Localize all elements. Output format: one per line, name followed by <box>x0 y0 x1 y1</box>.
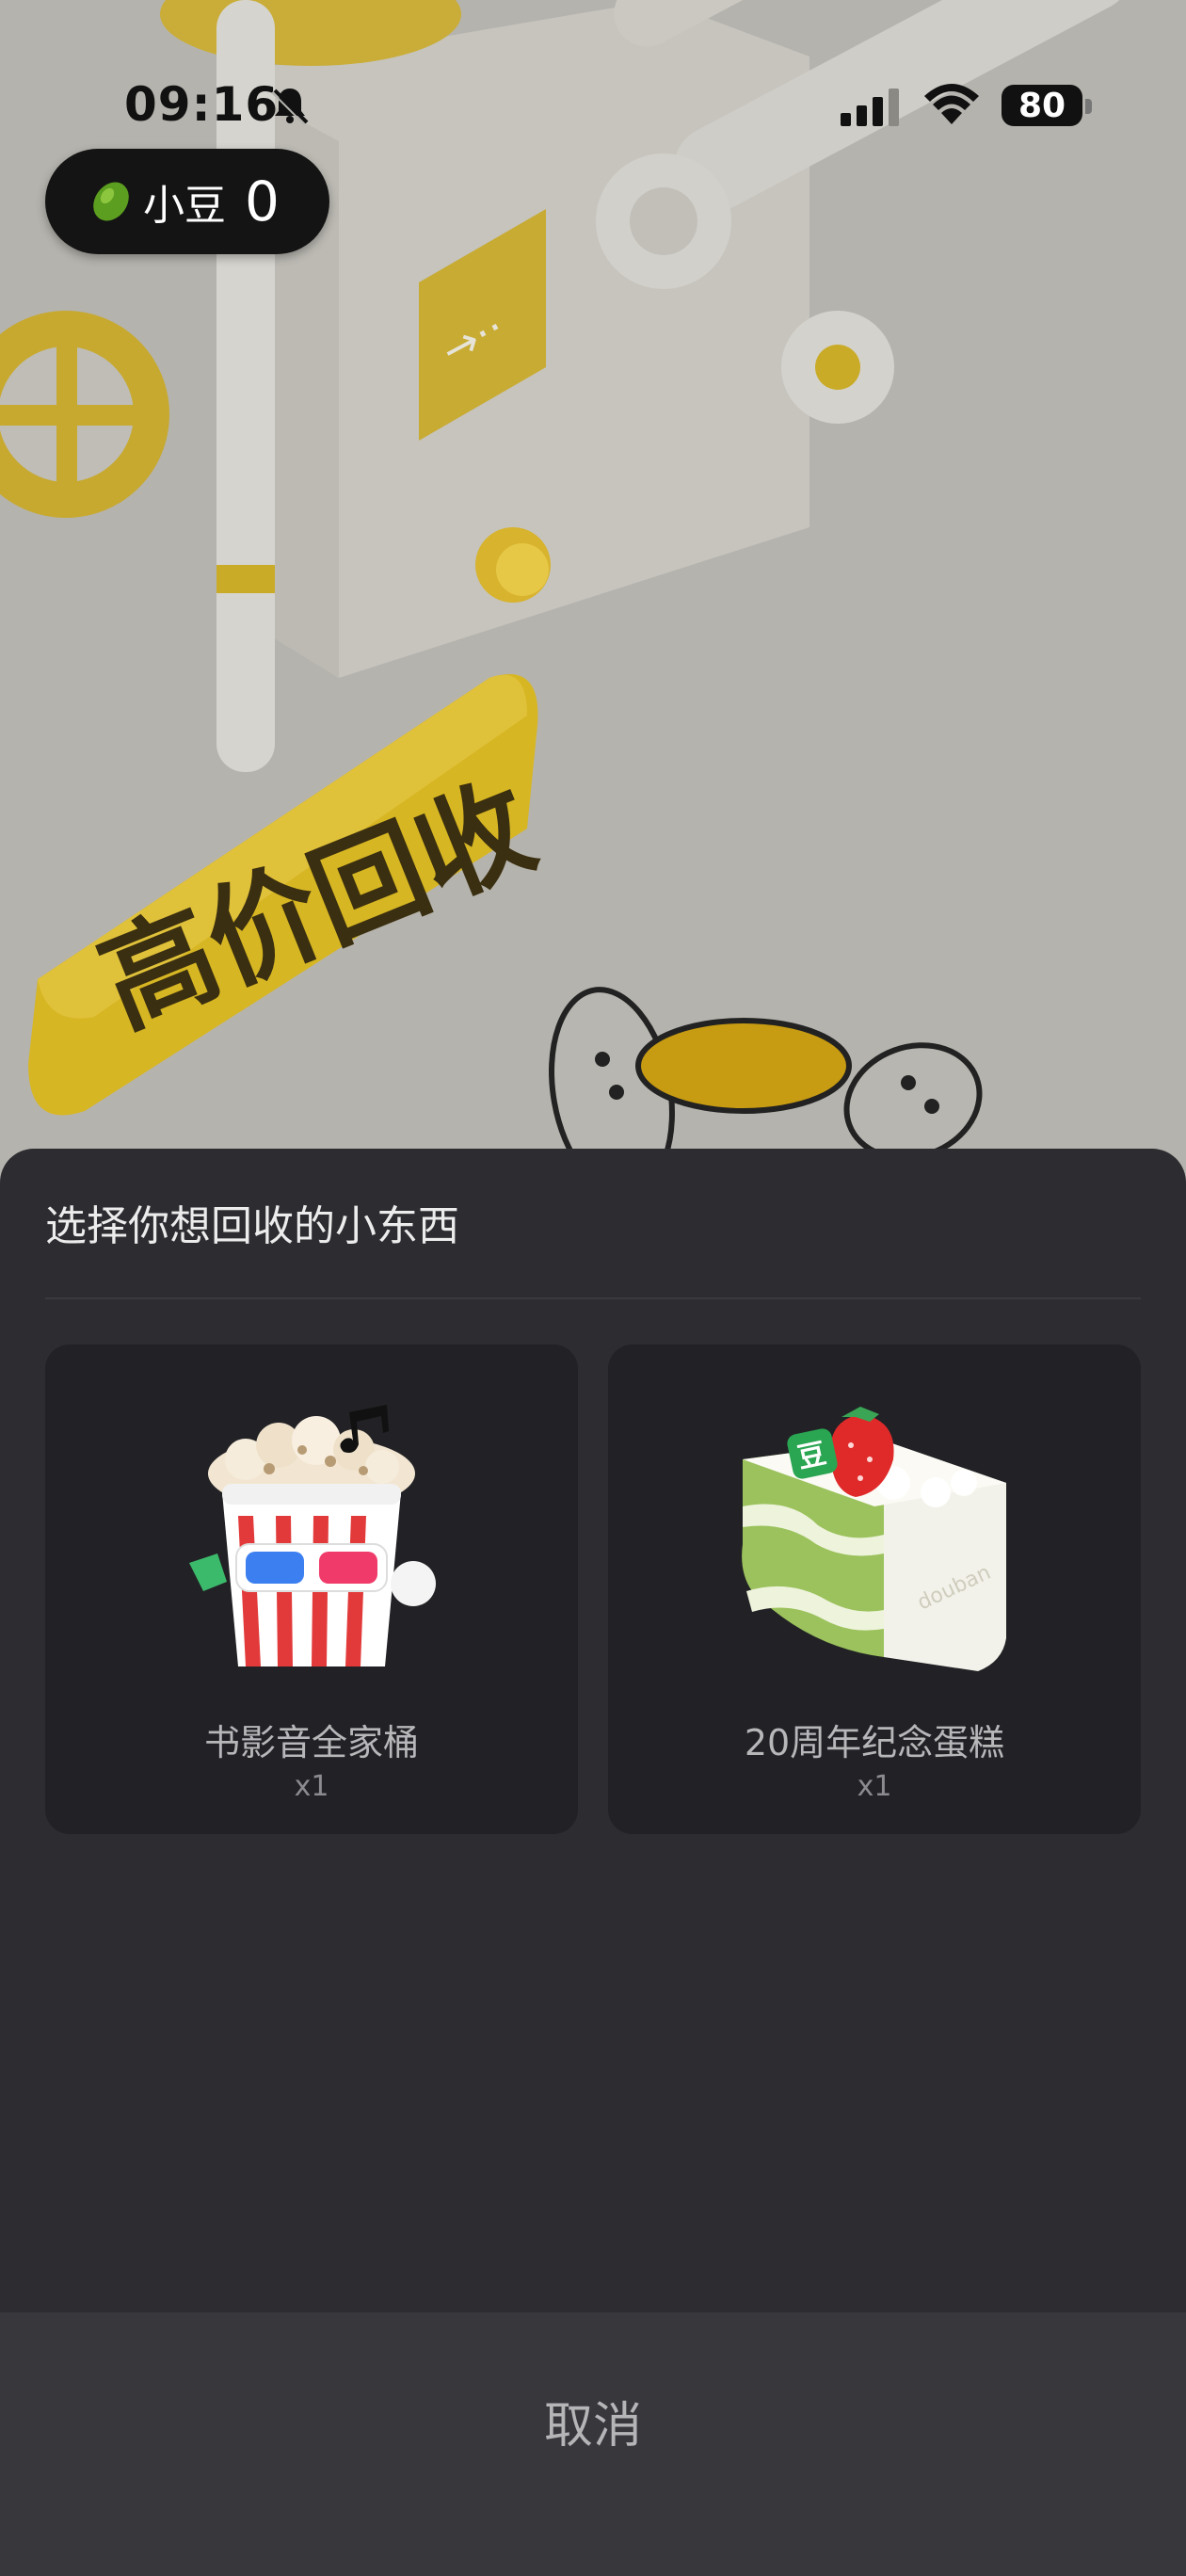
battery-icon: 80 <box>1002 85 1082 126</box>
bell-muted-icon <box>271 89 309 125</box>
status-bar: 09:16 80 <box>0 0 1186 132</box>
battery-level: 80 <box>1018 86 1066 125</box>
bean-counter[interactable]: 小豆 0 <box>45 149 329 254</box>
cancel-button[interactable]: 取消 <box>0 2312 1186 2576</box>
cellular-signal-icon <box>841 89 899 126</box>
item-card-popcorn[interactable]: 书影音全家桶 x1 <box>45 1344 578 1834</box>
status-time: 09:16 <box>124 77 280 132</box>
battery-tip <box>1085 99 1092 114</box>
popcorn-bucket-icon <box>189 1405 436 1666</box>
cake-slice-icon: douban 豆 <box>742 1407 1006 1671</box>
sheet-title: 选择你想回收的小东西 <box>45 1202 459 1250</box>
bean-label: 小豆 <box>143 182 226 230</box>
item-card-cake[interactable]: douban 豆 20周年纪念蛋糕 x1 <box>608 1344 1141 1834</box>
divider <box>45 1297 1141 1299</box>
item-quantity: x1 <box>294 1770 329 1803</box>
item-name: 20周年纪念蛋糕 <box>744 1722 1005 1763</box>
item-name: 书影音全家桶 <box>203 1722 419 1763</box>
item-quantity: x1 <box>857 1770 892 1803</box>
bean-count: 0 <box>245 169 280 233</box>
recycle-item-sheet: 选择你想回收的小东西 书影音全家桶 x1 douban 豆 20周年纪念蛋糕 x… <box>0 1149 1186 2576</box>
cancel-label: 取消 <box>543 2398 642 2455</box>
bean-icon <box>93 182 129 221</box>
wifi-icon <box>924 84 979 124</box>
